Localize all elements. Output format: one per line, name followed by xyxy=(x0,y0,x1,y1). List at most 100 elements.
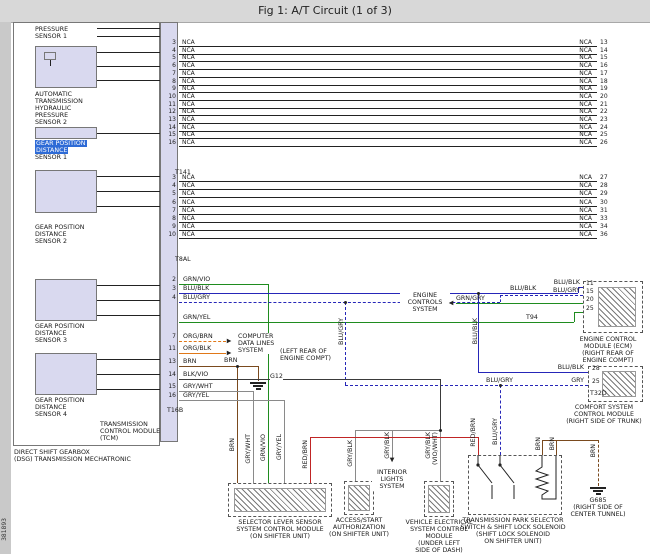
g685-label-line: CENTER TUNNEL) xyxy=(570,511,626,518)
wire-segment xyxy=(237,366,238,483)
wire-segment xyxy=(500,295,501,302)
nca-left-pin: 6 xyxy=(160,62,176,69)
nca-left-tag: NCA xyxy=(182,174,195,181)
gear-sensor-1-label-line: DISTANCE xyxy=(35,147,97,154)
wire-label: G12 xyxy=(270,373,283,380)
dsg-label-line: (DSG) TRANSMISSION MECHATRONIC xyxy=(14,456,184,463)
nca-left-tag: NCA xyxy=(182,207,195,214)
gear-sensor-4-label-line: DISTANCE xyxy=(35,404,97,411)
nca-row xyxy=(179,222,597,223)
nca-left-pin: 4 xyxy=(160,47,176,54)
wire-label: BLU/BLK xyxy=(472,318,479,344)
nca-left-tag: NCA xyxy=(182,70,195,77)
park-label-line: SWITCH & SHIFT LOCK SOLENOID xyxy=(450,524,576,531)
wire-label: T8AL xyxy=(175,256,191,263)
nca-left-pin: 4 xyxy=(160,182,176,189)
nca-row xyxy=(179,197,597,198)
g685-label-line: G685 xyxy=(570,497,626,504)
nca-left-tag: NCA xyxy=(182,215,195,222)
nca-left-tag: NCA xyxy=(182,223,195,230)
wire-segment xyxy=(456,303,583,304)
access-label: ACCESS/STARTAUTHORIZATION(ON SHIFTER UNI… xyxy=(324,517,394,538)
wire-segment xyxy=(253,391,254,483)
nca-left-pin: 10 xyxy=(160,231,176,238)
nca-left-tag: NCA xyxy=(182,39,195,46)
gear-sensor-3-label-line: DISTANCE xyxy=(35,330,97,337)
tcm-wire-name: GRY/YEL xyxy=(183,392,209,399)
gear-sensor-1-label: GEAR POSITIONDISTANCESENSOR 1 xyxy=(35,140,97,161)
nca-right-pin: 23 xyxy=(600,116,608,123)
wire-segment xyxy=(97,359,160,360)
nca-right-pin: 25 xyxy=(600,131,608,138)
wire-segment xyxy=(268,284,269,483)
nca-left-pin: 16 xyxy=(160,139,176,146)
figure-title-bar: Fig 1: A/T Circuit (1 of 3) xyxy=(0,0,650,23)
nca-right-pin: 16 xyxy=(600,62,608,69)
tcm-pin: 11 xyxy=(160,345,176,352)
tcm-wire-name: BLK/VIO xyxy=(183,371,208,378)
nca-right-pin: 19 xyxy=(600,85,608,92)
nca-row xyxy=(179,46,597,47)
wire-segment xyxy=(97,315,160,316)
tcm-wire-name: GRY/WHT xyxy=(183,383,213,390)
engine-controls-arrow: ◀ xyxy=(449,300,454,307)
nca-right-pin: 31 xyxy=(600,207,608,214)
nca-left-tag: NCA xyxy=(182,199,195,206)
computer-data-arrow-1: ▶ xyxy=(227,338,232,345)
wire-segment xyxy=(345,302,346,385)
wiring-diagram-canvas: Fig 1: A/T Circuit (1 of 3) 381893 BLU/B… xyxy=(0,0,650,554)
ground-icon xyxy=(590,487,606,497)
ecm-label-line: ENGINE CONTROL xyxy=(568,336,648,343)
vehicle-label-line: SIDE OF DASH) xyxy=(398,547,480,554)
wire-label: BRN xyxy=(229,438,236,451)
ecm-pin-row-label: BLU/GRY xyxy=(534,287,580,294)
ecm-pin-row-pin: 15 xyxy=(586,288,594,295)
nca-row xyxy=(179,100,597,101)
pressure-sensor-2-label-line: PRESSURE xyxy=(35,112,97,119)
wire-segment xyxy=(97,176,160,177)
g685-label-line: (RIGHT SIDE OF xyxy=(570,504,626,511)
tcm-wire-name: GRN/VIO xyxy=(183,276,210,283)
nca-right-tag: NCA xyxy=(566,85,592,92)
ground-bar xyxy=(250,382,266,384)
engine-controls-ref-line: SYSTEM xyxy=(400,306,450,313)
tcm-label-line: TRANSMISSION xyxy=(100,421,176,428)
wire-label: BLU/BLK xyxy=(510,285,536,292)
engine-controls-ref-line: CONTROLS xyxy=(400,299,450,306)
nca-right-tag: NCA xyxy=(566,78,592,85)
ground-bar xyxy=(590,487,606,489)
nca-left-pin: 15 xyxy=(160,131,176,138)
wire-label: GRY/BLK xyxy=(384,432,391,459)
wire-segment xyxy=(284,400,285,483)
nca-row xyxy=(179,123,597,124)
nca-right-pin: 30 xyxy=(600,199,608,206)
nca-row xyxy=(179,181,597,182)
nca-left-pin: 8 xyxy=(160,78,176,85)
nca-row xyxy=(179,230,597,231)
ecm-pin-row-pin: 11 xyxy=(586,280,594,287)
wire-label: GRN/VIO xyxy=(260,434,267,461)
nca-right-tag: NCA xyxy=(566,101,592,108)
nca-left-pin: 5 xyxy=(160,54,176,61)
wire-segment xyxy=(310,437,478,438)
g685-label: G685(RIGHT SIDE OFCENTER TUNNEL) xyxy=(570,497,626,518)
ecm-pin-row-label: BLU/BLK xyxy=(534,279,580,286)
wire-label: T32D xyxy=(590,390,607,397)
nca-right-pin: 14 xyxy=(600,47,608,54)
gear-sensor-2-label-line: DISTANCE xyxy=(35,231,97,238)
nca-right-pin: 33 xyxy=(600,215,608,222)
nca-right-tag: NCA xyxy=(566,199,592,206)
dsg-label: DIRECT SHIFT GEARBOX(DSG) TRANSMISSION M… xyxy=(14,449,184,463)
selector-label-line: SYSTEM CONTROL MODULE xyxy=(222,526,338,533)
nca-right-tag: NCA xyxy=(566,174,592,181)
comfort-pin-row-pin: 28 xyxy=(592,365,600,372)
gear-sensor-3-label-line: SENSOR 3 xyxy=(35,337,97,344)
tcm-pin: 2 xyxy=(160,276,176,283)
wire-segment xyxy=(478,372,588,373)
nca-right-tag: NCA xyxy=(566,207,592,214)
wire-label: BRN xyxy=(224,357,237,364)
pressure-sensor-1-label-line: PRESSURE xyxy=(35,26,97,33)
ecm-label-line: (RIGHT REAR OF xyxy=(568,350,648,357)
nca-left-tag: NCA xyxy=(182,47,195,54)
tcm-label-line: CONTROL MODULE xyxy=(100,428,176,435)
